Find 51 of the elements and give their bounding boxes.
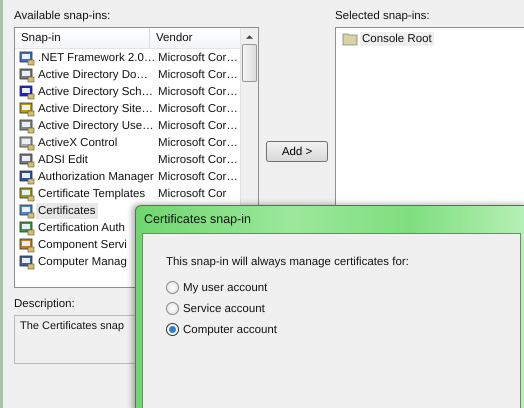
snapin-icon — [19, 168, 35, 184]
available-label: Available snap-ins: — [14, 9, 110, 23]
snapin-name[interactable]: Active Directory Sch… — [36, 84, 158, 100]
radio-button[interactable] — [166, 323, 179, 336]
folder-icon — [342, 31, 358, 47]
snapin-name[interactable]: Active Directory Use… — [36, 118, 158, 134]
radio-button[interactable] — [166, 302, 179, 315]
account-option[interactable]: My user account — [166, 277, 268, 298]
scroll-up-icon[interactable] — [245, 34, 254, 40]
snapin-icon — [19, 152, 35, 168]
dialog-prompt: This snap-in will always manage certificates for: — [166, 256, 409, 268]
snapin-icon — [19, 236, 35, 252]
snapin-icon — [19, 100, 35, 116]
vendor-name: Microsoft Cor… — [158, 154, 238, 166]
account-option[interactable]: Computer account — [166, 319, 277, 340]
vendor-name: Microsoft Cor… — [158, 86, 238, 98]
column-header[interactable]: Snap-in — [15, 28, 150, 48]
radio-button[interactable] — [166, 281, 179, 294]
vendor-name: Microsoft Cor — [158, 188, 226, 200]
snapin-icon — [19, 202, 35, 218]
dialog-title: Certificates snap-in — [143, 211, 252, 228]
snapin-name[interactable]: Certificate Templates — [36, 186, 158, 202]
snapin-name[interactable]: Active Directory Do… — [36, 66, 158, 82]
snapin-icon — [19, 254, 35, 270]
snapin-name[interactable]: ActiveX Control — [36, 134, 158, 150]
vendor-name: Microsoft Cor… — [158, 68, 238, 80]
snapin-icon — [19, 220, 35, 236]
description-text: The Certificates snap — [20, 320, 124, 332]
snapin-name[interactable]: .NET Framework 2.0… — [36, 50, 158, 66]
add-button[interactable]: Add > — [266, 141, 328, 162]
snapin-icon — [19, 50, 35, 66]
snapin-name[interactable]: Certificates — [36, 202, 98, 218]
vendor-name: Microsoft Cor… — [158, 120, 238, 132]
snapin-name[interactable]: ADSI Edit — [36, 152, 158, 168]
column-header[interactable]: Vendor — [150, 28, 192, 48]
account-option[interactable]: Service account — [166, 298, 265, 319]
snapin-icon — [19, 66, 35, 82]
vendor-name: Microsoft Cor… — [158, 52, 238, 64]
snapin-name[interactable]: Active Directory Site… — [36, 100, 158, 116]
vendor-name: Microsoft Cor… — [158, 136, 238, 148]
snapin-icon — [19, 84, 35, 100]
vendor-name: Microsoft Cor… — [158, 170, 238, 182]
vendor-name: Microsoft Cor… — [158, 102, 238, 114]
snapin-name[interactable]: Authorization Manager — [36, 168, 158, 184]
description-label: Description: — [14, 297, 75, 311]
scroll-thumb[interactable] — [242, 44, 257, 82]
console-root-item[interactable]: Console Root — [360, 32, 434, 46]
snapin-icon — [19, 186, 35, 202]
snapin-icon — [19, 118, 35, 134]
snapin-icon — [19, 134, 35, 150]
selected-label: Selected snap-ins: — [335, 9, 431, 23]
